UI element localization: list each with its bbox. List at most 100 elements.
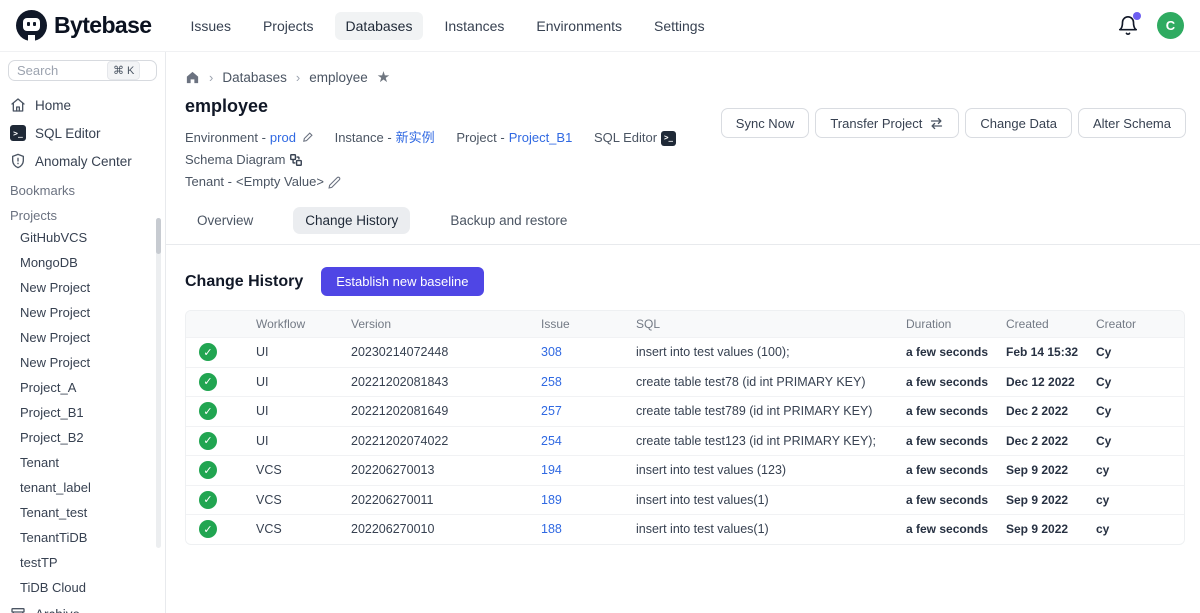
status-cell: ✓ — [186, 432, 256, 450]
sidebar-scrollbar-track[interactable] — [156, 218, 161, 548]
project-item-new-project[interactable]: New Project — [0, 275, 165, 300]
issue-link[interactable]: 258 — [541, 375, 562, 389]
status-done-icon: ✓ — [199, 491, 217, 509]
project-item-tenanttidb[interactable]: TenantTiDB — [0, 525, 165, 550]
project-item-tidb-cloud[interactable]: TiDB Cloud — [0, 575, 165, 600]
project-item-githubvcs[interactable]: GitHubVCS — [0, 225, 165, 250]
project-item-tenant[interactable]: Tenant — [0, 450, 165, 475]
chevron-right-icon: › — [209, 70, 213, 85]
sidebar-item-label: SQL Editor — [35, 126, 101, 141]
project-label: Project - — [456, 127, 504, 149]
table-row[interactable]: ✓VCS202206270010188insert into test valu… — [186, 514, 1184, 544]
sidebar-scrollbar-thumb[interactable] — [156, 218, 161, 254]
schema-diagram-label: Schema Diagram — [185, 149, 285, 171]
tab-change-history[interactable]: Change History — [293, 207, 410, 234]
creator-cell: cy — [1096, 493, 1184, 507]
nav-item-instances[interactable]: Instances — [433, 12, 515, 40]
project-item-project-b1[interactable]: Project_B1 — [0, 400, 165, 425]
table-row[interactable]: ✓UI20221202081649257create table test789… — [186, 396, 1184, 426]
establish-baseline-button[interactable]: Establish new baseline — [321, 267, 483, 296]
sidebar-section-projects[interactable]: Projects — [0, 200, 165, 225]
edit-pencil-icon[interactable] — [328, 176, 341, 189]
sql-editor-label: SQL Editor — [594, 127, 657, 149]
project-item-testtp[interactable]: testTP — [0, 550, 165, 575]
project-item-mongodb[interactable]: MongoDB — [0, 250, 165, 275]
breadcrumb-databases[interactable]: Databases — [222, 70, 287, 85]
issue-link[interactable]: 194 — [541, 463, 562, 477]
breadcrumb-employee[interactable]: employee — [309, 70, 368, 85]
instance-label: Instance - — [335, 127, 392, 149]
transfer-project-button[interactable]: Transfer Project — [815, 108, 959, 138]
terminal-icon: >_ — [661, 131, 676, 146]
sql-editor-shortcut[interactable]: SQL Editor >_ — [594, 127, 676, 149]
col-sql: SQL — [636, 317, 906, 331]
issue-link[interactable]: 308 — [541, 345, 562, 359]
tab-overview[interactable]: Overview — [185, 207, 265, 234]
bookmark-star-icon[interactable]: ★ — [377, 68, 390, 86]
status-done-icon: ✓ — [199, 343, 217, 361]
table-row[interactable]: ✓UI20221202081843258create table test78 … — [186, 367, 1184, 397]
project-item-project-b2[interactable]: Project_B2 — [0, 425, 165, 450]
issue-link[interactable]: 188 — [541, 522, 562, 536]
alter-schema-button[interactable]: Alter Schema — [1078, 108, 1186, 138]
version-cell: 20221202081843 — [351, 375, 541, 389]
user-avatar[interactable]: C — [1157, 12, 1184, 39]
duration-cell: a few seconds — [906, 375, 1006, 389]
nav-item-projects[interactable]: Projects — [252, 12, 325, 40]
bytebase-logo[interactable]: Bytebase — [16, 10, 151, 41]
table-row[interactable]: ✓UI20221202074022254create table test123… — [186, 426, 1184, 456]
table-header-row: Workflow Version Issue SQL Duration Crea… — [186, 311, 1184, 337]
project-item-tenant-label[interactable]: tenant_label — [0, 475, 165, 500]
environment-label: Environment - — [185, 127, 266, 149]
project-item-new-project[interactable]: New Project — [0, 325, 165, 350]
sidebar-item-sql-editor[interactable]: >_ SQL Editor — [0, 119, 165, 147]
status-done-icon: ✓ — [199, 520, 217, 538]
search-box[interactable]: ⌘ K — [8, 60, 157, 81]
issue-cell: 189 — [541, 493, 636, 507]
brand-name: Bytebase — [54, 12, 151, 39]
tab-backup-and-restore[interactable]: Backup and restore — [438, 207, 579, 234]
sidebar-section-bookmarks[interactable]: Bookmarks — [0, 175, 165, 200]
sql-cell: create table test123 (id int PRIMARY KEY… — [636, 434, 906, 448]
notification-badge — [1133, 12, 1141, 20]
project-item-project-a[interactable]: Project_A — [0, 375, 165, 400]
change-data-button[interactable]: Change Data — [965, 108, 1072, 138]
created-cell: Sep 9 2022 — [1006, 522, 1096, 536]
schema-diagram-shortcut[interactable]: Schema Diagram — [185, 149, 303, 171]
project-item-new-project[interactable]: New Project — [0, 350, 165, 375]
sidebar-item-archive[interactable]: Archive — [0, 600, 165, 613]
table-row[interactable]: ✓VCS202206270013194insert into test valu… — [186, 455, 1184, 485]
bytebase-logo-icon — [16, 10, 47, 41]
creator-cell: Cy — [1096, 404, 1184, 418]
section-title: Change History — [185, 273, 303, 291]
status-cell: ✓ — [186, 402, 256, 420]
issue-link[interactable]: 254 — [541, 434, 562, 448]
issue-link[interactable]: 257 — [541, 404, 562, 418]
nav-item-databases[interactable]: Databases — [335, 12, 424, 40]
breadcrumb-home-icon[interactable] — [185, 70, 200, 85]
sidebar-item-anomaly-center[interactable]: Anomaly Center — [0, 147, 165, 175]
environment-link[interactable]: prod — [270, 127, 296, 149]
instance-link[interactable]: 新实例 — [396, 127, 435, 149]
project-link[interactable]: Project_B1 — [509, 127, 573, 149]
status-cell: ✓ — [186, 461, 256, 479]
nav-item-settings[interactable]: Settings — [643, 12, 716, 40]
schema-diagram-icon — [289, 153, 303, 167]
notification-bell-icon[interactable] — [1117, 15, 1139, 37]
issue-link[interactable]: 189 — [541, 493, 562, 507]
search-input[interactable] — [17, 63, 103, 78]
search-shortcut-badge: ⌘ K — [107, 61, 140, 80]
nav-item-environments[interactable]: Environments — [525, 12, 633, 40]
project-item-tenant-test[interactable]: Tenant_test — [0, 500, 165, 525]
sidebar-item-home[interactable]: Home — [0, 91, 165, 119]
project-item-new-project[interactable]: New Project — [0, 300, 165, 325]
table-row[interactable]: ✓UI20230214072448308insert into test val… — [186, 337, 1184, 367]
top-navbar: Bytebase Issues Projects Databases Instance… — [0, 0, 1200, 52]
transfer-arrows-icon — [929, 116, 944, 131]
status-done-icon: ✓ — [199, 402, 217, 420]
table-row[interactable]: ✓VCS202206270011189insert into test valu… — [186, 485, 1184, 515]
nav-item-issues[interactable]: Issues — [179, 12, 241, 40]
sql-cell: create table test78 (id int PRIMARY KEY) — [636, 375, 906, 389]
sync-now-button[interactable]: Sync Now — [721, 108, 810, 138]
shield-icon — [10, 153, 26, 169]
